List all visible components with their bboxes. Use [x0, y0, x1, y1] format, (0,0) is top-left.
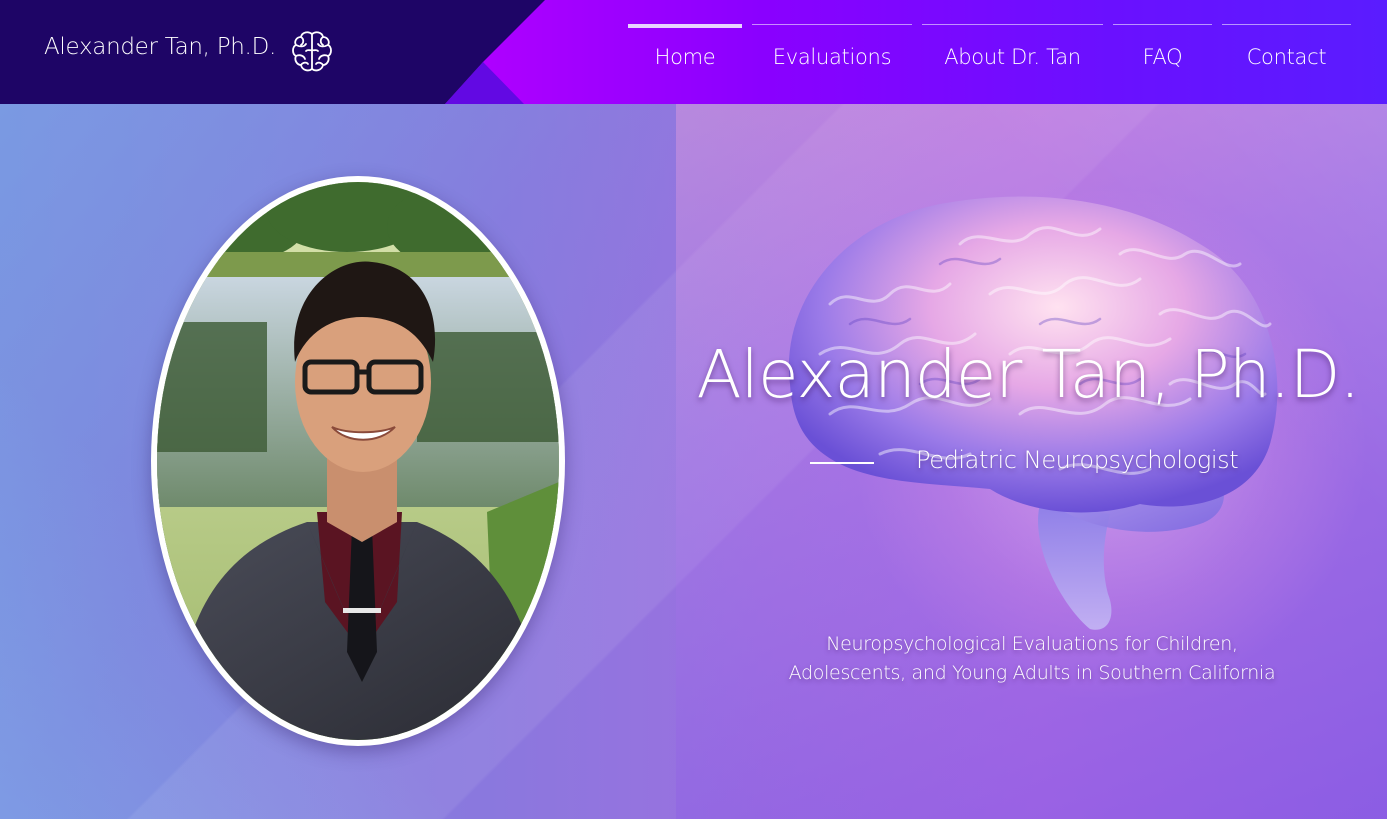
- nav-about[interactable]: About Dr. Tan: [922, 24, 1103, 84]
- nav-home-label: Home: [654, 45, 716, 69]
- hero-title: Alexander Tan, Ph.D.: [696, 336, 1361, 413]
- nav-contact-label: Contact: [1246, 45, 1327, 69]
- hero-description: Neuropsychological Evaluations for Child…: [760, 630, 1304, 688]
- nav-about-label: About Dr. Tan: [944, 45, 1081, 69]
- hero-subtitle: Pediatric Neuropsychologist: [916, 446, 1239, 474]
- hero-description-line-2: Adolescents, and Young Adults in Souther…: [788, 662, 1276, 684]
- subtitle-divider: [810, 462, 874, 464]
- nav-faq-label: FAQ: [1142, 45, 1183, 69]
- site-brand[interactable]: Alexander Tan, Ph.D.: [44, 34, 276, 60]
- nav-evaluations-label: Evaluations: [772, 45, 892, 69]
- hero-description-line-1: Neuropsychological Evaluations for Child…: [826, 633, 1238, 655]
- brain-illustration: [760, 184, 1300, 644]
- nav-home[interactable]: Home: [628, 24, 742, 84]
- site-header: Alexander Tan, Ph.D. Home Evaluations Ab…: [0, 0, 1387, 104]
- brain-outline-icon[interactable]: [290, 29, 334, 75]
- hero-section: Alexander Tan, Ph.D. Pediatric Neuropsyc…: [0, 104, 1387, 819]
- nav-evaluations[interactable]: Evaluations: [752, 24, 912, 84]
- nav-faq[interactable]: FAQ: [1113, 24, 1212, 84]
- portrait-photo: [157, 182, 559, 740]
- nav-contact[interactable]: Contact: [1222, 24, 1351, 84]
